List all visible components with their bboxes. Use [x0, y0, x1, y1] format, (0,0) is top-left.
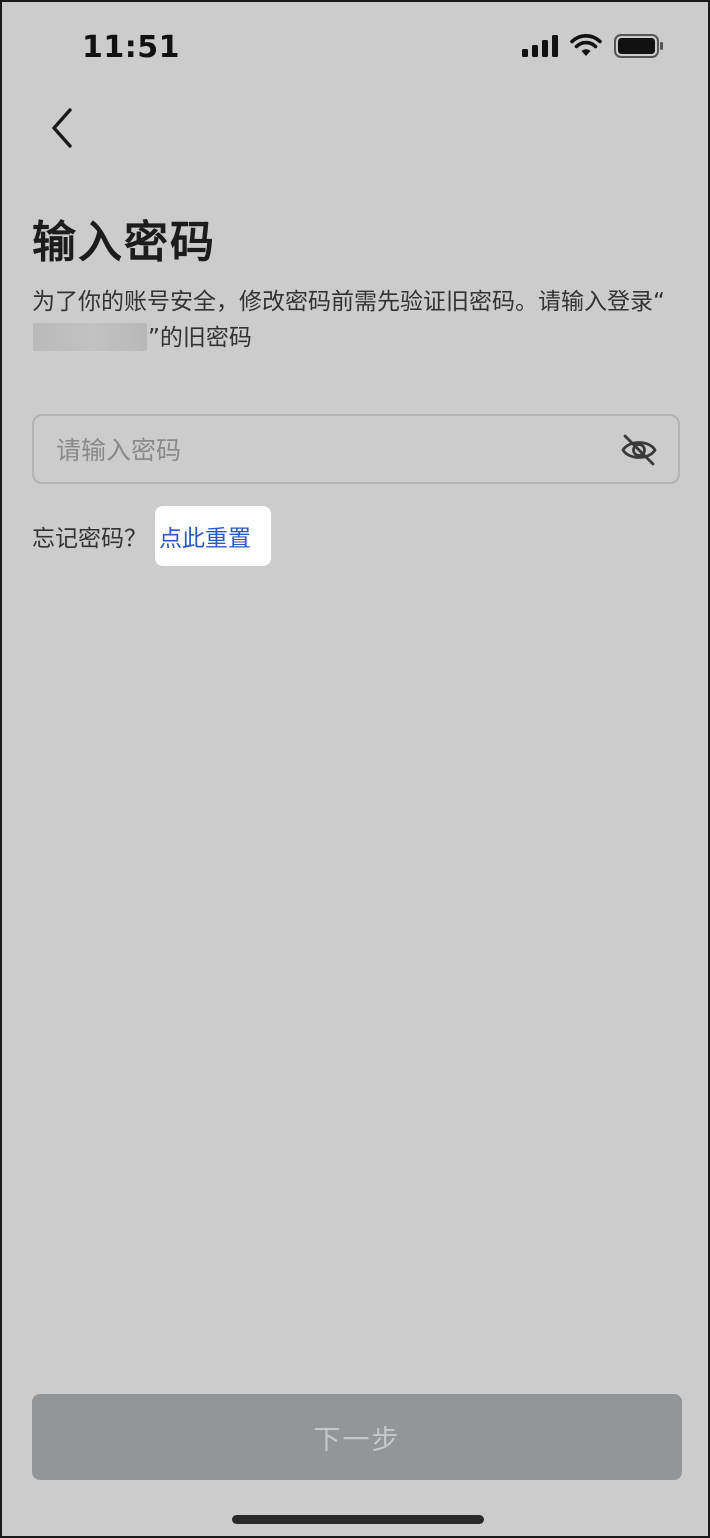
forgot-password-row: 忘记密码？ 点此重置: [32, 506, 271, 566]
description-prefix: 为了你的账号安全，修改密码前需先验证旧密码。请输入登录“: [32, 289, 665, 315]
description-suffix: ”的旧密码: [148, 325, 252, 351]
masked-account-name: [33, 323, 147, 351]
home-indicator: [232, 1515, 484, 1524]
signal-icon: [522, 35, 558, 61]
status-time: 11:51: [82, 30, 180, 65]
back-button[interactable]: [32, 100, 92, 160]
status-icons: [522, 34, 664, 62]
next-button[interactable]: 下一步: [32, 1394, 682, 1480]
password-field: [32, 414, 680, 484]
status-bar: 11:51: [2, 2, 708, 94]
description-text: 为了你的账号安全，修改密码前需先验证旧密码。请输入登录“ ”的旧密码: [32, 284, 682, 356]
battery-icon: [614, 34, 664, 62]
phone-screen: 11:51 输入密码 为了你的账号安全，修改密码前需先验证旧密码。请输入登录“”…: [0, 0, 710, 1538]
page-title: 输入密码: [32, 217, 216, 268]
eye-off-icon[interactable]: [620, 431, 658, 469]
forgot-password-label: 忘记密码？: [32, 526, 147, 552]
chevron-left-icon: [50, 108, 74, 152]
wifi-icon: [570, 34, 602, 62]
password-input[interactable]: [54, 416, 598, 484]
reset-password-link[interactable]: 点此重置: [155, 506, 271, 566]
